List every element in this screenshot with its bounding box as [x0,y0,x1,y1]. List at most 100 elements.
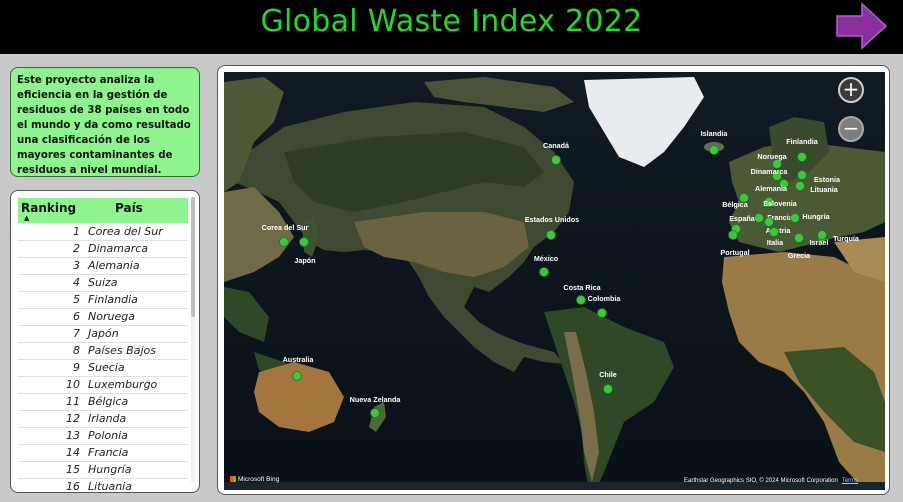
map-label-grecia: Grecia [788,251,811,260]
table-row[interactable]: 11 Bélgica [18,394,188,411]
rank-cell: 5 [73,293,80,306]
rank-cell: 14 [66,446,80,459]
table-row[interactable]: 2 Dinamarca [18,241,188,258]
map-label-portugal: Portugal [720,248,749,257]
column-header-pais[interactable]: País [115,201,143,215]
marker-finlandia[interactable] [797,152,807,162]
map-label-nueva_zelanda: Nueva Zelanda [350,395,402,404]
rank-cell: 9 [73,361,80,374]
country-cell: Alemania [88,259,140,272]
table-row[interactable]: 8 Países Bajos [18,343,188,360]
map-label-turquia: Turquía [833,234,860,243]
table-row[interactable]: 4 Suiza [18,275,188,292]
marker-eeuu[interactable] [546,230,556,240]
table-row[interactable]: 16 Lituania [18,479,188,493]
country-cell: Irlanda [88,412,127,425]
marker-turquia[interactable] [817,230,827,240]
map-panel[interactable]: Canadá Islandia Finlandia Noruega Dinamarca E… [217,65,890,495]
map-label-corea: Corea del Sur [262,223,309,232]
microsoft-logo-icon [230,476,236,482]
marker-lituania[interactable] [795,181,805,191]
marker-italia[interactable] [769,227,779,237]
marker-grecia[interactable] [794,233,804,243]
country-cell: Finlandia [88,293,138,306]
map-label-japon: Japón [294,256,315,265]
marker-nueva_zelanda[interactable] [370,408,380,418]
table-row[interactable]: 15 Hungría [18,462,188,479]
country-cell: Polonia [88,429,128,442]
marker-islandia[interactable] [709,145,719,155]
map-label-italia: Italia [767,238,784,247]
table-row[interactable]: 9 Suecia [18,360,188,377]
table-body: 1 Corea del Sur 2 Dinamarca 3 Alemania 4 Suiza 5… [18,224,188,493]
map-label-eslovenia: Eslovenia [763,199,798,208]
map-label-alemania: Alemania [755,184,788,193]
marker-francia[interactable] [754,213,764,223]
map-label-chile: Chile [599,370,617,379]
minus-icon: − [842,116,860,140]
map-label-dinamarca: Dinamarca [751,167,789,176]
country-cell: Suecia [88,361,125,374]
zoom-in-button[interactable]: + [838,77,864,103]
table-row[interactable]: 13 Polonia [18,428,188,445]
marker-colombia[interactable] [597,308,607,318]
country-cell: Corea del Sur [88,225,163,238]
world-map[interactable]: Canadá Islandia Finlandia Noruega Dinamarca E… [224,72,885,490]
marker-costa_rica[interactable] [576,295,586,305]
table-header: Ranking ▲ País [18,198,188,223]
marker-canada[interactable] [551,155,561,165]
table-row[interactable]: 12 Irlanda [18,411,188,428]
scrollbar-thumb[interactable] [191,197,195,317]
map-label-israel: Israel [810,238,829,247]
country-cell: Bélgica [88,395,129,408]
marker-corea[interactable] [279,237,289,247]
project-description: Este proyecto analiza la eficiencia en l… [10,67,200,177]
rank-cell: 16 [66,480,80,493]
terms-link[interactable]: Terms [842,478,858,484]
rank-cell: 7 [73,327,80,340]
map-label-colombia: Colombia [588,294,622,303]
scrollbar[interactable] [191,197,195,482]
table-row[interactable]: 10 Luxemburgo [18,377,188,394]
rank-cell: 15 [66,463,80,476]
map-label-canada: Canadá [543,141,570,150]
right-arrow-icon[interactable] [834,2,888,50]
country-cell: Dinamarca [88,242,149,255]
map-label-mexico: México [534,254,559,263]
marker-chile[interactable] [603,384,613,394]
marker-portugal[interactable] [728,230,738,240]
ranking-table: Ranking ▲ País 1 Corea del Sur 2 Dinamarca 3… [10,190,200,493]
plus-icon: + [842,77,860,101]
map-label-espana: España [729,214,756,223]
country-cell: Hungría [88,463,132,476]
table-row[interactable]: 3 Alemania [18,258,188,275]
table-row[interactable]: 6 Noruega [18,309,188,326]
map-label-lituania: Lituania [810,185,839,194]
rank-cell: 12 [66,412,80,425]
country-cell: Luxemburgo [88,378,158,391]
marker-mexico[interactable] [539,267,549,277]
marker-japon[interactable] [299,237,309,247]
table-row[interactable]: 7 Japón [18,326,188,343]
rank-cell: 13 [66,429,80,442]
column-header-ranking[interactable]: Ranking [21,201,76,215]
rank-cell: 1 [73,225,80,238]
country-cell: Países Bajos [88,344,156,357]
rank-cell: 4 [73,276,80,289]
zoom-out-button[interactable]: − [838,116,864,142]
table-row[interactable]: 5 Finlandia [18,292,188,309]
marker-estonia[interactable] [797,170,807,180]
marker-hungria[interactable] [790,213,800,223]
rank-cell: 10 [66,378,80,391]
table-row[interactable]: 14 Francia [18,445,188,462]
map-label-costa_rica: Costa Rica [563,283,601,292]
map-label-hungria: Hungría [802,212,830,221]
marker-australia[interactable] [292,371,302,381]
map-label-estonia: Estonia [814,175,841,184]
map-label-noruega: Noruega [757,152,787,161]
map-label-australia: Australia [283,355,315,364]
bing-logo: Microsoft Bing [230,476,279,483]
rank-cell: 2 [73,242,80,255]
rank-cell: 8 [73,344,80,357]
table-row[interactable]: 1 Corea del Sur [18,224,188,241]
